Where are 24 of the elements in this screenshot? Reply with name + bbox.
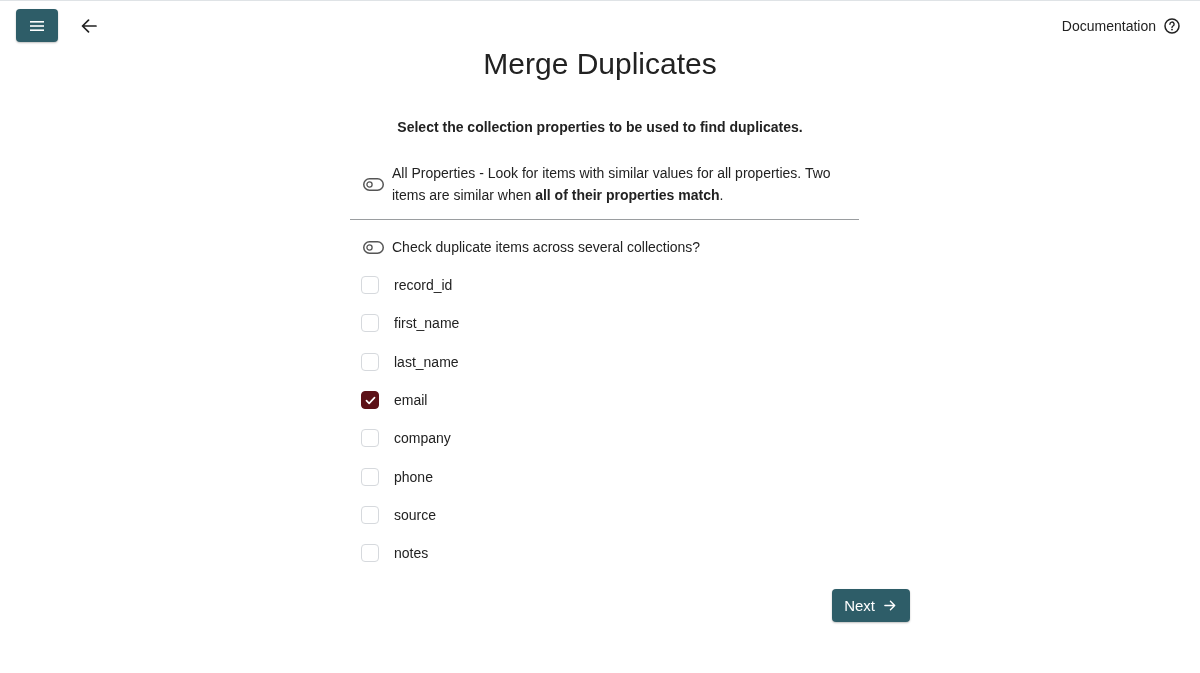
check-icon — [364, 395, 376, 405]
menu-icon — [30, 20, 44, 31]
instruction-text: Select the collection properties to be used to find duplicates. — [397, 118, 803, 137]
checkbox[interactable] — [361, 391, 379, 410]
back-arrow-icon — [81, 18, 97, 33]
property-label: first_name — [394, 314, 460, 334]
property-label: source — [394, 505, 437, 525]
property-label: company — [394, 429, 451, 449]
property-label: last_name — [394, 352, 459, 372]
toggle-switch[interactable] — [363, 177, 384, 191]
page-title: Merge Duplicates — [483, 46, 717, 82]
toggle-label: Check duplicate items across several collections? — [392, 238, 701, 257]
help-icon — [1164, 17, 1180, 34]
toggle-label: All Properties - Look for items with similar values for all properties. Two items are similar when all of their properties match. — [392, 164, 832, 205]
property-label: notes — [394, 544, 429, 564]
back-button[interactable] — [81, 18, 97, 33]
property-label: email — [394, 391, 428, 411]
forward-arrow-icon — [884, 600, 896, 612]
toggle-switch[interactable] — [363, 240, 384, 254]
next-button[interactable]: Next — [832, 589, 910, 623]
property-label: phone — [394, 467, 433, 487]
menu-button[interactable] — [16, 9, 58, 42]
documentation-link[interactable]: Documentation — [1061, 17, 1180, 34]
property-label: record_id — [394, 276, 453, 296]
